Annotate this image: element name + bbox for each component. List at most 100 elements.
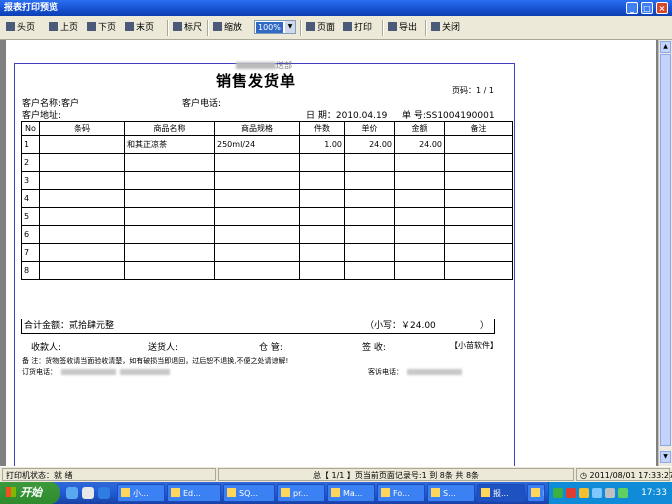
taskbar-button[interactable]: SQ... [223, 484, 275, 502]
table-cell-qty [299, 207, 345, 226]
table-cell-spec: 250ml/24 [214, 135, 300, 154]
export-button[interactable]: 导出 [388, 20, 417, 36]
minimize-button[interactable]: _ [626, 2, 638, 14]
table-row: 8 [21, 261, 513, 280]
table-cell-name [124, 153, 215, 172]
printer-icon [343, 22, 352, 31]
prev-page-icon [49, 22, 58, 31]
vertical-scrollbar[interactable]: ▲ ▼ [658, 40, 672, 466]
table-cell-qty [299, 225, 345, 244]
table-cell-barcode [39, 153, 125, 172]
taskbar-button-label: 小... [133, 489, 149, 498]
tray-security-icon[interactable] [618, 488, 628, 498]
table-cell-spec [214, 261, 300, 280]
status-bar: 打印机状态：就 绪 总【 1/1 】页当前页面记录号:1 到 8条 共 8条 ◷… [0, 466, 672, 483]
taskbar-button[interactable]: pr... [277, 484, 325, 502]
maximize-button[interactable]: □ [641, 2, 653, 14]
quicklaunch-app-icon[interactable] [98, 487, 110, 499]
order-phone: 订货电话： [22, 367, 170, 377]
total-amount-words: 合计金额：贰拾肆元整 [24, 321, 115, 331]
table-cell-remark [444, 243, 513, 262]
quicklaunch-desktop-icon[interactable] [82, 487, 94, 499]
table-cell-name [124, 243, 215, 262]
table-cell-qty [299, 171, 345, 190]
page-number: 页码：1 / 1 [452, 86, 494, 95]
blurred-phone [407, 369, 462, 375]
toolbar-separator [207, 20, 209, 36]
page-setup-icon [306, 22, 315, 31]
column-header: 备注 [444, 121, 513, 136]
table-cell-price [344, 225, 395, 244]
table-cell-remark [444, 189, 513, 208]
margin-line-left [14, 63, 15, 466]
column-header: 件数 [299, 121, 345, 136]
scroll-down-icon[interactable]: ▼ [660, 451, 671, 463]
zoom-button[interactable]: 缩放 [213, 20, 242, 36]
table-cell-amount [394, 243, 445, 262]
table-cell-spec [214, 153, 300, 172]
table-cell-name [124, 189, 215, 208]
table-cell-no: 8 [21, 261, 40, 280]
taskbar-button[interactable]: Ed... [167, 484, 221, 502]
close-window-button[interactable]: × [656, 2, 668, 14]
ruler-button[interactable]: 标尺 [173, 20, 202, 36]
last-page-button[interactable]: 末页 [125, 20, 154, 36]
page-setup-button[interactable]: 页面 [306, 20, 335, 36]
next-page-button[interactable]: 下页 [87, 20, 116, 36]
tray-ime-icon[interactable] [605, 488, 615, 498]
table-row: 5 [21, 207, 513, 226]
table-cell-spec [214, 243, 300, 262]
preview-viewport[interactable]: 送部 销售发货单 页码：1 / 1 客户名称:客户 客户电话: 客户地址: 日 … [0, 40, 658, 466]
zoom-select[interactable]: 100% ▼ [254, 20, 296, 34]
taskbar: 开始 小... Ed... SQ... pr... Ma... Fo... S... 报...… [0, 482, 672, 504]
taskbar-button[interactable]: Ma... [327, 484, 375, 502]
table-cell-remark [444, 153, 513, 172]
table-cell-spec [214, 225, 300, 244]
taskbar-button[interactable]: 小... [117, 484, 165, 502]
table-cell-price [344, 243, 395, 262]
scroll-up-icon[interactable]: ▲ [660, 41, 671, 53]
tray-antivirus-icon[interactable] [566, 488, 576, 498]
taskbar-clock: 17:33 [641, 488, 667, 498]
print-button[interactable]: 打印 [343, 20, 372, 36]
record-status: 总【 1/1 】页当前页面记录号:1 到 8条 共 8条 [218, 468, 574, 481]
table-cell-name [124, 207, 215, 226]
printer-status: 打印机状态：就 绪 [2, 468, 216, 481]
table-row: 2 [21, 153, 513, 172]
system-tray: 17:33 [548, 482, 672, 504]
last-page-icon [125, 22, 134, 31]
column-header: No [21, 121, 40, 136]
start-button[interactable]: 开始 [0, 482, 60, 504]
toolbar-separator [167, 20, 169, 36]
quicklaunch-ie-icon[interactable] [66, 487, 78, 499]
first-page-button[interactable]: 头页 [6, 20, 35, 36]
table-cell-name [124, 171, 215, 190]
table-row: 3 [21, 171, 513, 190]
next-page-icon [87, 22, 96, 31]
table-cell-price [344, 171, 395, 190]
tray-app-icon[interactable] [579, 488, 589, 498]
taskbar-button[interactable]: S... [427, 484, 475, 502]
taskbar-button-label: Ed... [183, 489, 201, 498]
total-close-paren: ） [480, 321, 490, 331]
table-cell-amount [394, 189, 445, 208]
table-cell-price [344, 261, 395, 280]
margin-line-right [514, 63, 515, 466]
table-cell-amount: 24.00 [394, 135, 445, 154]
scroll-thumb[interactable] [660, 54, 671, 446]
app-icon [171, 488, 180, 497]
tray-network-icon[interactable] [553, 488, 563, 498]
app-icon [381, 488, 390, 497]
close-preview-button[interactable]: 关闭 [431, 20, 460, 36]
taskbar-button[interactable]: 报... [477, 484, 525, 502]
tray-volume-icon[interactable] [592, 488, 602, 498]
app-icon [281, 488, 290, 497]
chevron-down-icon[interactable]: ▼ [285, 21, 295, 33]
table-cell-no: 7 [21, 243, 40, 262]
table-cell-amount [394, 171, 445, 190]
column-header: 条码 [39, 121, 125, 136]
prev-page-button[interactable]: 上页 [49, 20, 78, 36]
taskbar-button[interactable]: Fo... [377, 484, 425, 502]
taskbar-button[interactable]: Ed... [527, 484, 545, 502]
items-table: No 条码 商品名称 商品规格 件数 单价 金额 备注 1 和其正凉茶 250ml/… [21, 121, 513, 280]
